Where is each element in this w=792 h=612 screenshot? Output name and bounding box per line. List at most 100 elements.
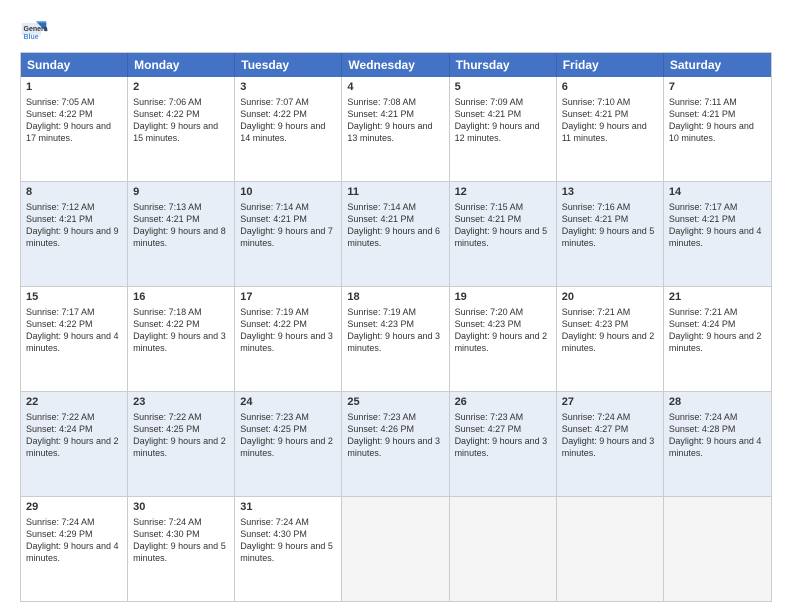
day-number: 15 [26,290,122,305]
day-cell-17: 17Sunrise: 7:19 AM Sunset: 4:22 PMDaylig… [235,287,342,391]
day-number: 24 [240,395,336,410]
day-number: 27 [562,395,658,410]
day-cell-4: 4Sunrise: 7:08 AM Sunset: 4:21 PMDayligh… [342,77,449,181]
day-cell-18: 18Sunrise: 7:19 AM Sunset: 4:23 PMDaylig… [342,287,449,391]
sunrise-text: Sunrise: 7:14 AM [347,202,416,212]
weekday-header-tuesday: Tuesday [235,53,342,77]
sunset-text: Sunset: 4:30 PM [133,529,200,539]
day-cell-9: 9Sunrise: 7:13 AM Sunset: 4:21 PMDayligh… [128,182,235,286]
daylight-text: Daylight: 9 hours and 2 minutes. [240,436,333,458]
day-number: 30 [133,500,229,515]
calendar-week-5: 29Sunrise: 7:24 AM Sunset: 4:29 PMDaylig… [21,496,771,601]
day-number: 1 [26,80,122,95]
sunrise-text: Sunrise: 7:08 AM [347,97,416,107]
day-cell-3: 3Sunrise: 7:07 AM Sunset: 4:22 PMDayligh… [235,77,342,181]
sunset-text: Sunset: 4:21 PM [347,214,414,224]
daylight-text: Daylight: 9 hours and 3 minutes. [455,436,548,458]
daylight-text: Daylight: 9 hours and 2 minutes. [26,436,119,458]
empty-cell [664,497,771,601]
sunrise-text: Sunrise: 7:10 AM [562,97,631,107]
daylight-text: Daylight: 9 hours and 13 minutes. [347,121,432,143]
sunset-text: Sunset: 4:29 PM [26,529,93,539]
sunset-text: Sunset: 4:21 PM [455,214,522,224]
day-number: 11 [347,185,443,200]
sunset-text: Sunset: 4:22 PM [26,109,93,119]
sunset-text: Sunset: 4:26 PM [347,424,414,434]
sunrise-text: Sunrise: 7:24 AM [669,412,738,422]
sunrise-text: Sunrise: 7:19 AM [240,307,309,317]
logo-icon: General Blue [20,16,48,44]
daylight-text: Daylight: 9 hours and 8 minutes. [133,226,226,248]
empty-cell [557,497,664,601]
daylight-text: Daylight: 9 hours and 5 minutes. [240,541,333,563]
sunrise-text: Sunrise: 7:11 AM [669,97,737,107]
sunrise-text: Sunrise: 7:22 AM [133,412,202,422]
day-number: 18 [347,290,443,305]
calendar: SundayMondayTuesdayWednesdayThursdayFrid… [20,52,772,602]
day-number: 20 [562,290,658,305]
day-cell-16: 16Sunrise: 7:18 AM Sunset: 4:22 PMDaylig… [128,287,235,391]
calendar-body: 1Sunrise: 7:05 AM Sunset: 4:22 PMDayligh… [21,77,771,601]
day-cell-11: 11Sunrise: 7:14 AM Sunset: 4:21 PMDaylig… [342,182,449,286]
day-number: 14 [669,185,766,200]
day-cell-28: 28Sunrise: 7:24 AM Sunset: 4:28 PMDaylig… [664,392,771,496]
day-number: 31 [240,500,336,515]
day-cell-30: 30 Sunrise: 7:24 AM Sunset: 4:30 PM Daylig… [128,497,235,601]
day-number: 21 [669,290,766,305]
logo: General Blue [20,16,48,44]
day-cell-13: 13Sunrise: 7:16 AM Sunset: 4:21 PMDaylig… [557,182,664,286]
day-cell-5: 5Sunrise: 7:09 AM Sunset: 4:21 PMDayligh… [450,77,557,181]
day-number: 28 [669,395,766,410]
page: General Blue SundayMondayTuesdayWednesda… [0,0,792,612]
sunset-text: Sunset: 4:27 PM [455,424,522,434]
sunset-text: Sunset: 4:21 PM [562,109,629,119]
sunrise-text: Sunrise: 7:21 AM [669,307,738,317]
day-number: 10 [240,185,336,200]
day-number: 26 [455,395,551,410]
day-cell-14: 14Sunrise: 7:17 AM Sunset: 4:21 PMDaylig… [664,182,771,286]
day-cell-2: 2Sunrise: 7:06 AM Sunset: 4:22 PMDayligh… [128,77,235,181]
sunset-text: Sunset: 4:30 PM [240,529,307,539]
sunrise-text: Sunrise: 7:24 AM [133,517,202,527]
day-number: 9 [133,185,229,200]
sunrise-text: Sunrise: 7:16 AM [562,202,631,212]
day-cell-12: 12Sunrise: 7:15 AM Sunset: 4:21 PMDaylig… [450,182,557,286]
sunrise-text: Sunrise: 7:09 AM [455,97,524,107]
daylight-text: Daylight: 9 hours and 14 minutes. [240,121,325,143]
sunset-text: Sunset: 4:28 PM [669,424,736,434]
day-cell-15: 15Sunrise: 7:17 AM Sunset: 4:22 PMDaylig… [21,287,128,391]
weekday-header-friday: Friday [557,53,664,77]
day-cell-10: 10Sunrise: 7:14 AM Sunset: 4:21 PMDaylig… [235,182,342,286]
daylight-text: Daylight: 9 hours and 7 minutes. [240,226,333,248]
calendar-week-1: 1Sunrise: 7:05 AM Sunset: 4:22 PMDayligh… [21,77,771,181]
sunrise-text: Sunrise: 7:13 AM [133,202,202,212]
weekday-header-sunday: Sunday [21,53,128,77]
day-cell-19: 19Sunrise: 7:20 AM Sunset: 4:23 PMDaylig… [450,287,557,391]
daylight-text: Daylight: 9 hours and 2 minutes. [455,331,548,353]
day-number: 6 [562,80,658,95]
sunrise-text: Sunrise: 7:24 AM [240,517,309,527]
day-number: 16 [133,290,229,305]
sunrise-text: Sunrise: 7:17 AM [26,307,95,317]
sunset-text: Sunset: 4:21 PM [455,109,522,119]
day-cell-1: 1Sunrise: 7:05 AM Sunset: 4:22 PMDayligh… [21,77,128,181]
sunrise-text: Sunrise: 7:17 AM [669,202,738,212]
day-cell-27: 27Sunrise: 7:24 AM Sunset: 4:27 PMDaylig… [557,392,664,496]
weekday-header-wednesday: Wednesday [342,53,449,77]
daylight-text: Daylight: 9 hours and 5 minutes. [562,226,655,248]
day-cell-22: 22Sunrise: 7:22 AM Sunset: 4:24 PMDaylig… [21,392,128,496]
sunset-text: Sunset: 4:23 PM [455,319,522,329]
sunset-text: Sunset: 4:21 PM [562,214,629,224]
daylight-text: Daylight: 9 hours and 5 minutes. [133,541,226,563]
weekday-header-thursday: Thursday [450,53,557,77]
daylight-text: Daylight: 9 hours and 4 minutes. [26,331,119,353]
sunset-text: Sunset: 4:21 PM [347,109,414,119]
day-number: 7 [669,80,766,95]
day-number: 23 [133,395,229,410]
day-number: 8 [26,185,122,200]
day-number: 25 [347,395,443,410]
day-cell-29: 29Sunrise: 7:24 AM Sunset: 4:29 PMDaylig… [21,497,128,601]
sunset-text: Sunset: 4:24 PM [669,319,736,329]
empty-cell [450,497,557,601]
sunset-text: Sunset: 4:23 PM [562,319,629,329]
